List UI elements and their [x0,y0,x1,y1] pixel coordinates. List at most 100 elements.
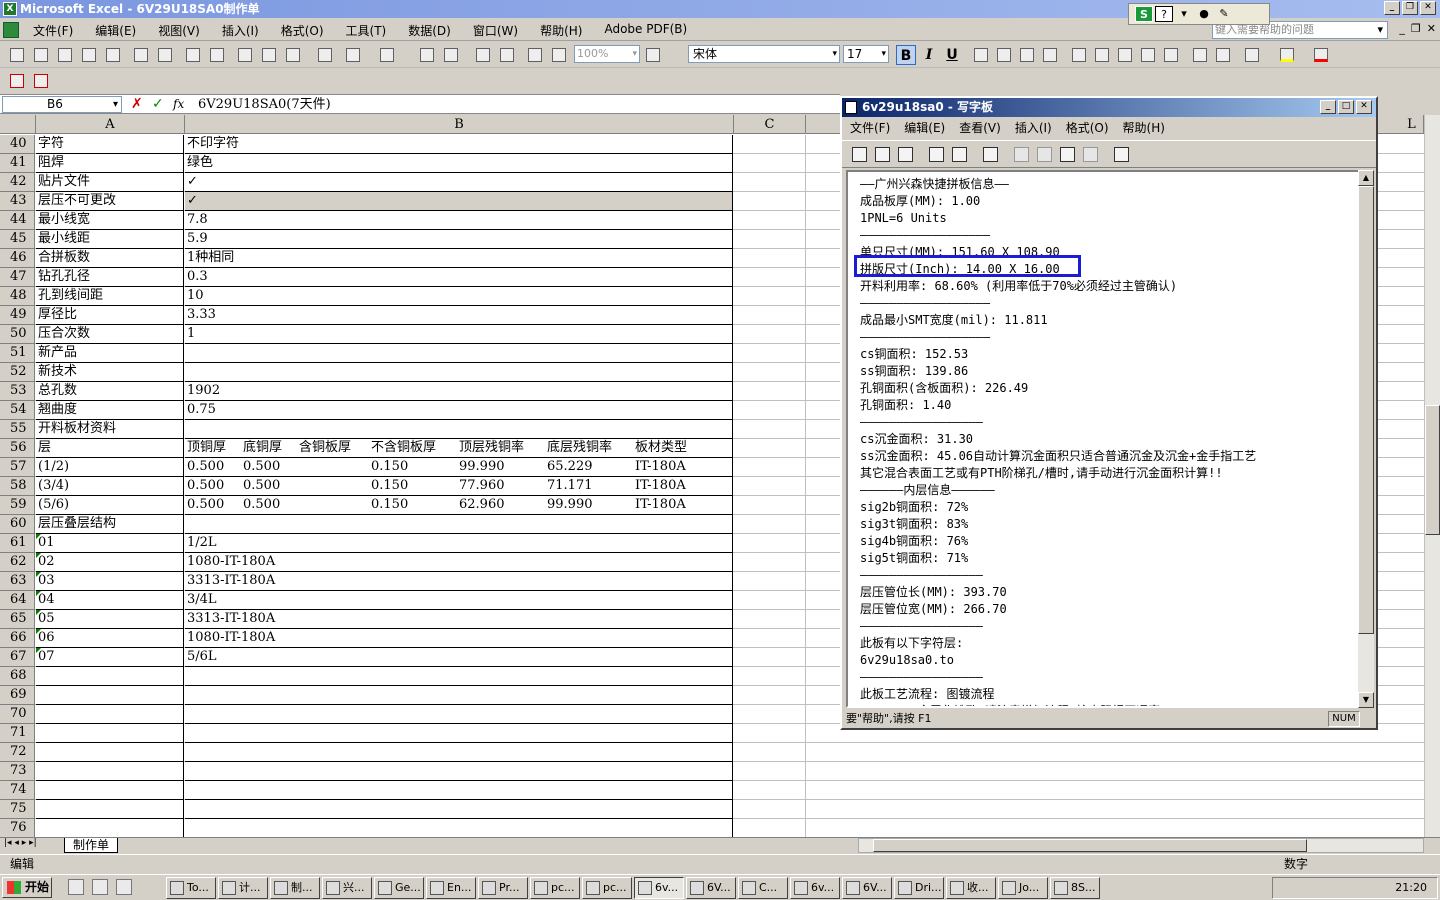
sort-ascending-icon[interactable] [474,46,492,64]
row-header[interactable]: 51 [0,344,35,363]
cell-a[interactable]: 字符 [36,135,184,154]
row-header[interactable]: 58 [0,477,35,496]
cell-a[interactable]: 贴片文件 [36,173,184,192]
cell-c[interactable] [734,458,806,477]
workbook-icon[interactable] [3,22,19,38]
close-button[interactable]: ✕ [1356,100,1372,114]
cell-b[interactable] [185,743,733,762]
menu-item[interactable]: 帮助(H) [540,22,582,39]
workbook-minimize-button[interactable]: _ [1399,22,1405,35]
menu-item[interactable]: Adobe PDF(B) [604,22,687,39]
close-button[interactable]: ✕ [1420,1,1436,15]
cell-c[interactable] [734,192,806,211]
enter-icon[interactable]: ✓ [152,96,164,112]
cell-c[interactable] [734,268,806,287]
formula-input[interactable]: 6V29U18SA0(7天件) [198,95,331,114]
cell-a[interactable]: 翘曲度 [36,401,184,420]
align-right-icon[interactable] [1018,46,1036,64]
cell-b[interactable]: ✓ [185,192,733,211]
cell-a[interactable]: 孔到线间距 [36,287,184,306]
taskbar-button[interactable]: 6V... [842,877,892,899]
redo-icon[interactable] [378,46,396,64]
cut-icon[interactable] [1012,145,1032,165]
fill-color-icon[interactable] [1278,46,1296,64]
start-button[interactable]: 开始 [2,877,52,898]
cell-b[interactable] [185,781,733,800]
restore-button[interactable]: ❐ [1402,1,1418,15]
cell-c[interactable] [734,420,806,439]
email-icon[interactable] [104,46,122,64]
cell-b[interactable]: 3.33 [185,306,733,325]
font-select[interactable]: 宋体 ▾ [688,45,840,63]
scroll-down-icon[interactable]: ▼ [1358,692,1374,708]
scroll-thumb[interactable] [1425,405,1440,535]
insert-function-icon[interactable]: fx [173,97,184,111]
cell-a[interactable]: 04 [36,591,184,610]
cell-b[interactable] [185,686,733,705]
column-header-a[interactable]: A [36,115,185,134]
increase-indent-icon[interactable] [1214,46,1232,64]
row-header[interactable]: 45 [0,230,35,249]
cell-a[interactable]: 压合次数 [36,325,184,344]
cell-b[interactable]: 7.8 [185,211,733,230]
row-header[interactable]: 64 [0,591,35,610]
cell-a[interactable]: 层压叠层结构 [36,515,184,534]
row-header[interactable]: 71 [0,724,35,743]
cell-b[interactable]: 5/6L [185,648,733,667]
hscroll-thumb[interactable] [873,839,1307,852]
copy-icon[interactable] [1035,145,1055,165]
pdf-mail-icon[interactable] [32,72,50,90]
cell-b[interactable] [185,363,733,382]
currency-icon[interactable] [1070,46,1088,64]
font-color-icon[interactable] [1312,46,1330,64]
taskbar-button[interactable]: 制... [270,877,320,899]
cell-c[interactable] [734,648,806,667]
menu-item[interactable]: 插入(I) [222,22,259,39]
align-center-icon[interactable] [995,46,1013,64]
save-icon[interactable] [56,46,74,64]
paste-icon[interactable] [284,46,302,64]
row-header[interactable]: 59 [0,496,35,515]
cell-c[interactable] [734,287,806,306]
row-header[interactable]: 49 [0,306,35,325]
quicklaunch-icon[interactable] [116,879,132,895]
cell-b[interactable]: 1 [185,325,733,344]
row-header[interactable]: 44 [0,211,35,230]
cell-b[interactable] [185,819,733,837]
quicklaunch-icon[interactable] [68,879,84,895]
zoom-select[interactable]: 100% ▾ [574,45,640,63]
print-preview-icon[interactable] [156,46,174,64]
borders-icon[interactable] [1243,46,1261,64]
excel-app-icon[interactable]: X [3,2,17,16]
quicklaunch-icon[interactable] [92,879,108,895]
cell-b[interactable] [185,705,733,724]
row-header[interactable]: 68 [0,667,35,686]
cell-a[interactable]: 新产品 [36,344,184,363]
name-box[interactable]: B6 [2,96,122,113]
taskbar-button[interactable]: 计... [218,877,268,899]
row-header[interactable]: 48 [0,287,35,306]
cell-c[interactable] [734,743,806,762]
cell-c[interactable] [734,230,806,249]
cell-b[interactable]: 1080-IT-180A [185,553,733,572]
cell-b[interactable]: 绿色 [185,154,733,173]
cell-c[interactable] [734,135,806,154]
row-header[interactable]: 54 [0,401,35,420]
spelling-icon[interactable] [184,46,202,64]
cell-c[interactable] [734,154,806,173]
cell-a[interactable]: 总孔数 [36,382,184,401]
cell-b[interactable] [185,800,733,819]
decrease-decimal-icon[interactable] [1162,46,1180,64]
print-preview-icon[interactable] [950,145,970,165]
menu-item[interactable]: 格式(O) [281,22,324,39]
row-header[interactable]: 52 [0,363,35,382]
cell-b[interactable]: 0.500 0.500 0.150 77.960 71.171 IT-180A [185,477,733,496]
wordpad-document[interactable]: ——广州兴森快捷拼板信息—— 成品板厚(MM): 1.00 1PNL=6 Units… [846,170,1362,708]
cell-b[interactable]: 0.75 [185,401,733,420]
cell-c[interactable] [734,572,806,591]
row-header[interactable]: 57 [0,458,35,477]
chevron-down-icon[interactable]: ▾ [1175,6,1193,22]
cell-c[interactable] [734,211,806,230]
row-header[interactable]: 60 [0,515,35,534]
taskbar-button[interactable]: To... [166,877,216,899]
